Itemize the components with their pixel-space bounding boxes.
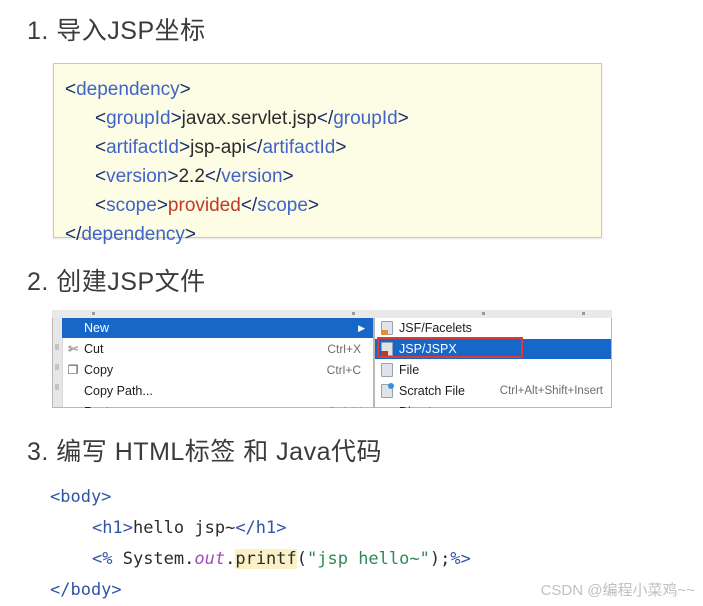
copy-icon: ❐ [67,363,79,377]
jsp-line-3: <% System.out.printf("jsp hello~");%> [92,549,471,569]
submenu-item-scratch-file[interactable]: Scratch File Ctrl+Alt+Shift+Insert [375,381,611,401]
menu-item-label: Copy Path... [84,384,153,398]
section-heading-3: 3. 编写 HTML标签 和 Java代码 [27,438,382,466]
menu-item-label: Copy [84,363,114,377]
jsp-code-block: <body> <h1>hello jsp~</h1> <% System.out… [50,482,471,606]
file-blue-icon [375,383,399,398]
submenu-item-label: JSP/JSPX [399,342,457,356]
file-orange-icon [375,321,399,335]
context-menu: New ▶ ✄ Cut Ctrl+X ❐ Copy Ctrl+C Copy Pa… [52,318,374,408]
toolbar-dot [482,312,485,315]
section-heading-1: 1. 导入JSP坐标 [27,17,206,45]
toolbar-dot [92,312,95,315]
submenu-item-jsf-facelets[interactable]: JSF/Facelets [375,318,611,338]
toolbar-dot [582,312,585,315]
scissors-icon: ✄ [67,342,79,356]
menu-item-new[interactable]: New ▶ [62,318,373,338]
submenu-item-shortcut: Ctrl+Alt+Shift+Insert [499,385,603,397]
submenu-item-file[interactable]: File [375,360,611,380]
ide-context-menu-screenshot: New ▶ ✄ Cut Ctrl+X ❐ Copy Ctrl+C Copy Pa… [52,310,612,408]
menu-item-shortcut: Ctrl+X [327,342,361,356]
menu-item-paste[interactable]: ▯ Paste Ctrl+V [62,402,373,408]
menu-item-copy[interactable]: ❐ Copy Ctrl+C [62,360,373,380]
jsp-line-1: <body> [50,487,112,507]
menu-item-label: Cut [84,342,104,356]
page-root: 1. 导入JSP坐标 <dependency> <groupId>javax.s… [0,0,703,604]
directory-icon [375,407,399,408]
gutter-mark [55,384,59,390]
jsp-line-2: <h1>hello jsp~</h1> [92,518,287,538]
csdn-watermark: CSDN @编程小菜鸡~~ [540,582,695,599]
printf-highlight: printf [235,549,297,569]
xml-line-3: <artifactId>jsp-api</artifactId> [95,137,347,158]
menu-item-shortcut: Ctrl+C [326,363,361,377]
submenu-item-label: Directory [399,405,611,408]
submenu-item-label: File [399,363,420,377]
menu-item-label: Paste [84,405,327,408]
xml-code-content: <dependency> <groupId>javax.servlet.jsp<… [65,75,409,249]
dependency-open-tag: <dependency> [65,79,191,100]
menu-item-cut[interactable]: ✄ Cut Ctrl+X [62,339,373,359]
menu-item-copy-path[interactable]: Copy Path... [62,381,373,401]
gutter-mark [55,364,59,370]
section-heading-2: 2. 创建JSP文件 [27,268,206,296]
file-red-icon [375,342,399,356]
menu-item-label: New [84,321,110,335]
submenu-arrow-icon: ▶ [358,322,365,333]
submenu-item-label: JSF/Facelets [399,321,472,335]
maven-dependency-code-block: <dependency> <groupId>javax.servlet.jsp<… [53,63,602,245]
paste-icon: ▯ [62,405,84,408]
xml-line-2: <groupId>javax.servlet.jsp</groupId> [95,108,409,129]
jsp-line-4: </body> [50,580,122,600]
submenu-item-jsp-jspx[interactable]: JSP/JSPX [375,339,611,359]
xml-line-1: <dependency> [65,79,191,100]
xml-line-6: </dependency> [65,224,197,245]
menu-item-shortcut: Ctrl+V [327,405,373,408]
submenu-item-label: Scratch File [399,384,465,398]
gutter-mark [55,344,59,350]
file-plain-icon [375,363,399,377]
toolbar-dot [352,312,355,315]
xml-line-5: <scope>provided</scope> [95,195,319,216]
xml-line-4: <version>2.2</version> [95,166,294,187]
new-submenu: JSF/Facelets JSP/JSPX File Scratch File … [374,318,612,408]
submenu-item-directory[interactable]: Directory [375,402,611,408]
